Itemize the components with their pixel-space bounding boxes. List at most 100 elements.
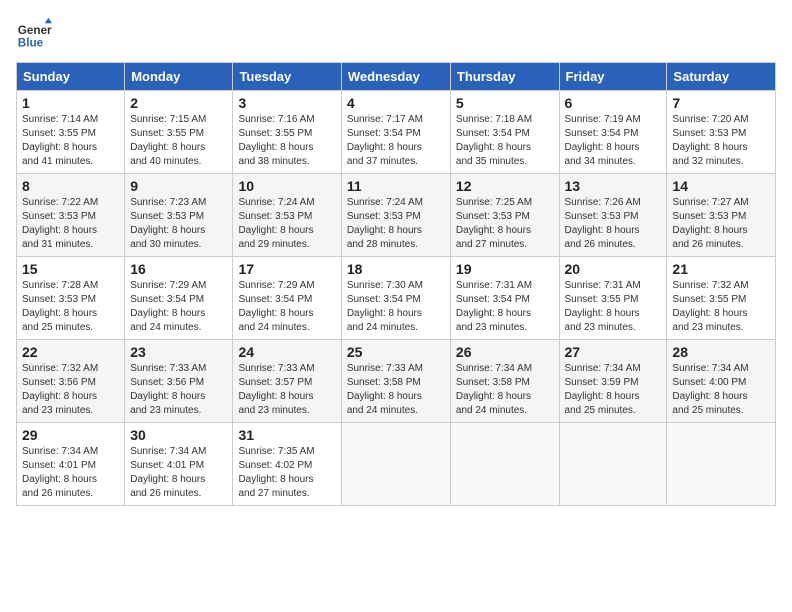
calendar-cell bbox=[450, 423, 559, 506]
day-number: 9 bbox=[130, 178, 227, 194]
day-info: Sunrise: 7:32 AM Sunset: 3:55 PM Dayligh… bbox=[672, 279, 770, 335]
calendar-cell: 8Sunrise: 7:22 AM Sunset: 3:53 PM Daylig… bbox=[17, 174, 125, 257]
day-info: Sunrise: 7:24 AM Sunset: 3:53 PM Dayligh… bbox=[347, 196, 445, 252]
calendar-cell: 20Sunrise: 7:31 AM Sunset: 3:55 PM Dayli… bbox=[559, 257, 667, 340]
day-number: 5 bbox=[456, 95, 554, 111]
calendar-cell: 19 Sunrise: 7:31 AM Sunset: 3:54 PM Dayli… bbox=[450, 257, 559, 340]
calendar-cell: 2Sunrise: 7:15 AM Sunset: 3:55 PM Daylig… bbox=[125, 91, 233, 174]
calendar-cell: 11 Sunrise: 7:24 AM Sunset: 3:53 PM Dayli… bbox=[341, 174, 450, 257]
calendar-cell: 15 Sunrise: 7:28 AM Sunset: 3:53 PM Dayli… bbox=[17, 257, 125, 340]
weekday-header-monday: Monday bbox=[125, 63, 233, 91]
weekday-header-wednesday: Wednesday bbox=[341, 63, 450, 91]
calendar-cell: 24Sunrise: 7:33 AM Sunset: 3:57 PM Dayli… bbox=[233, 340, 341, 423]
day-number: 17 bbox=[238, 261, 335, 277]
day-info: Sunrise: 7:34 AM Sunset: 4:00 PM Dayligh… bbox=[672, 362, 770, 418]
day-info: Sunrise: 7:33 AM Sunset: 3:57 PM Dayligh… bbox=[238, 362, 335, 418]
day-info: Sunrise: 7:30 AM Sunset: 3:54 PM Dayligh… bbox=[347, 279, 445, 335]
day-info: Sunrise: 7:31 AM Sunset: 3:54 PM Dayligh… bbox=[456, 279, 554, 335]
day-number: 1 bbox=[22, 95, 119, 111]
day-info: Sunrise: 7:34 AM Sunset: 4:01 PM Dayligh… bbox=[130, 445, 227, 501]
calendar-cell: 10 Sunrise: 7:24 AM Sunset: 3:53 PM Dayli… bbox=[233, 174, 341, 257]
calendar-cell bbox=[341, 423, 450, 506]
day-info: Sunrise: 7:33 AM Sunset: 3:56 PM Dayligh… bbox=[130, 362, 227, 418]
calendar-cell: 5 Sunrise: 7:18 AM Sunset: 3:54 PM Daylig… bbox=[450, 91, 559, 174]
calendar-cell: 28 Sunrise: 7:34 AM Sunset: 4:00 PM Dayli… bbox=[667, 340, 776, 423]
day-info: Sunrise: 7:34 AM Sunset: 3:58 PM Dayligh… bbox=[456, 362, 554, 418]
calendar-cell: 18 Sunrise: 7:30 AM Sunset: 3:54 PM Dayli… bbox=[341, 257, 450, 340]
day-number: 31 bbox=[238, 427, 335, 443]
calendar-cell: 13 Sunrise: 7:26 AM Sunset: 3:53 PM Dayli… bbox=[559, 174, 667, 257]
day-number: 20 bbox=[565, 261, 662, 277]
day-info: Sunrise: 7:26 AM Sunset: 3:53 PM Dayligh… bbox=[565, 196, 662, 252]
calendar-cell bbox=[559, 423, 667, 506]
day-info: Sunrise: 7:19 AM Sunset: 3:54 PM Dayligh… bbox=[565, 113, 662, 169]
day-number: 12 bbox=[456, 178, 554, 194]
day-number: 10 bbox=[238, 178, 335, 194]
weekday-header-thursday: Thursday bbox=[450, 63, 559, 91]
calendar-cell: 4 Sunrise: 7:17 AM Sunset: 3:54 PM Daylig… bbox=[341, 91, 450, 174]
calendar-cell: 1 Sunrise: 7:14 AM Sunset: 3:55 PM Daylig… bbox=[17, 91, 125, 174]
day-number: 22 bbox=[22, 344, 119, 360]
day-number: 19 bbox=[456, 261, 554, 277]
day-number: 26 bbox=[456, 344, 554, 360]
day-info: Sunrise: 7:28 AM Sunset: 3:53 PM Dayligh… bbox=[22, 279, 119, 335]
calendar-cell bbox=[667, 423, 776, 506]
day-info: Sunrise: 7:34 AM Sunset: 4:01 PM Dayligh… bbox=[22, 445, 119, 501]
day-number: 6 bbox=[565, 95, 662, 111]
calendar-table: SundayMondayTuesdayWednesdayThursdayFrid… bbox=[16, 62, 776, 506]
calendar-cell: 26 Sunrise: 7:34 AM Sunset: 3:58 PM Dayli… bbox=[450, 340, 559, 423]
day-info: Sunrise: 7:17 AM Sunset: 3:54 PM Dayligh… bbox=[347, 113, 445, 169]
weekday-header-tuesday: Tuesday bbox=[233, 63, 341, 91]
day-info: Sunrise: 7:23 AM Sunset: 3:53 PM Dayligh… bbox=[130, 196, 227, 252]
page-header: General Blue bbox=[16, 16, 776, 52]
day-number: 8 bbox=[22, 178, 119, 194]
day-info: Sunrise: 7:27 AM Sunset: 3:53 PM Dayligh… bbox=[672, 196, 770, 252]
day-number: 7 bbox=[672, 95, 770, 111]
calendar-cell: 30 Sunrise: 7:34 AM Sunset: 4:01 PM Dayli… bbox=[125, 423, 233, 506]
day-info: Sunrise: 7:29 AM Sunset: 3:54 PM Dayligh… bbox=[238, 279, 335, 335]
day-info: Sunrise: 7:33 AM Sunset: 3:58 PM Dayligh… bbox=[347, 362, 445, 418]
calendar-cell: 12 Sunrise: 7:25 AM Sunset: 3:53 PM Dayli… bbox=[450, 174, 559, 257]
day-number: 2 bbox=[130, 95, 227, 111]
day-number: 15 bbox=[22, 261, 119, 277]
calendar-cell: 16 Sunrise: 7:29 AM Sunset: 3:54 PM Dayli… bbox=[125, 257, 233, 340]
calendar-cell: 29Sunrise: 7:34 AM Sunset: 4:01 PM Dayli… bbox=[17, 423, 125, 506]
calendar-cell: 3Sunrise: 7:16 AM Sunset: 3:55 PM Daylig… bbox=[233, 91, 341, 174]
day-info: Sunrise: 7:35 AM Sunset: 4:02 PM Dayligh… bbox=[238, 445, 335, 501]
calendar-cell: 14Sunrise: 7:27 AM Sunset: 3:53 PM Dayli… bbox=[667, 174, 776, 257]
calendar-cell: 31 Sunrise: 7:35 AM Sunset: 4:02 PM Dayli… bbox=[233, 423, 341, 506]
calendar-cell: 9 Sunrise: 7:23 AM Sunset: 3:53 PM Daylig… bbox=[125, 174, 233, 257]
day-number: 21 bbox=[672, 261, 770, 277]
calendar-cell: 23 Sunrise: 7:33 AM Sunset: 3:56 PM Dayli… bbox=[125, 340, 233, 423]
day-number: 16 bbox=[130, 261, 227, 277]
day-number: 28 bbox=[672, 344, 770, 360]
svg-text:General: General bbox=[18, 24, 52, 37]
day-info: Sunrise: 7:20 AM Sunset: 3:53 PM Dayligh… bbox=[672, 113, 770, 169]
day-number: 27 bbox=[565, 344, 662, 360]
day-info: Sunrise: 7:24 AM Sunset: 3:53 PM Dayligh… bbox=[238, 196, 335, 252]
day-info: Sunrise: 7:34 AM Sunset: 3:59 PM Dayligh… bbox=[565, 362, 662, 418]
day-info: Sunrise: 7:25 AM Sunset: 3:53 PM Dayligh… bbox=[456, 196, 554, 252]
day-info: Sunrise: 7:14 AM Sunset: 3:55 PM Dayligh… bbox=[22, 113, 119, 169]
calendar-cell: 25 Sunrise: 7:33 AM Sunset: 3:58 PM Dayli… bbox=[341, 340, 450, 423]
day-number: 23 bbox=[130, 344, 227, 360]
calendar-cell: 22 Sunrise: 7:32 AM Sunset: 3:56 PM Dayli… bbox=[17, 340, 125, 423]
day-number: 4 bbox=[347, 95, 445, 111]
calendar-cell: 17 Sunrise: 7:29 AM Sunset: 3:54 PM Dayli… bbox=[233, 257, 341, 340]
calendar-cell: 21 Sunrise: 7:32 AM Sunset: 3:55 PM Dayli… bbox=[667, 257, 776, 340]
day-number: 25 bbox=[347, 344, 445, 360]
day-info: Sunrise: 7:32 AM Sunset: 3:56 PM Dayligh… bbox=[22, 362, 119, 418]
logo: General Blue bbox=[16, 16, 52, 52]
weekday-header-friday: Friday bbox=[559, 63, 667, 91]
weekday-header-sunday: Sunday bbox=[17, 63, 125, 91]
day-info: Sunrise: 7:18 AM Sunset: 3:54 PM Dayligh… bbox=[456, 113, 554, 169]
calendar-cell: 6 Sunrise: 7:19 AM Sunset: 3:54 PM Daylig… bbox=[559, 91, 667, 174]
calendar-cell: 7 Sunrise: 7:20 AM Sunset: 3:53 PM Daylig… bbox=[667, 91, 776, 174]
day-number: 18 bbox=[347, 261, 445, 277]
day-info: Sunrise: 7:16 AM Sunset: 3:55 PM Dayligh… bbox=[238, 113, 335, 169]
day-number: 11 bbox=[347, 178, 445, 194]
day-info: Sunrise: 7:29 AM Sunset: 3:54 PM Dayligh… bbox=[130, 279, 227, 335]
day-number: 13 bbox=[565, 178, 662, 194]
calendar-cell: 27 Sunrise: 7:34 AM Sunset: 3:59 PM Dayli… bbox=[559, 340, 667, 423]
day-number: 30 bbox=[130, 427, 227, 443]
